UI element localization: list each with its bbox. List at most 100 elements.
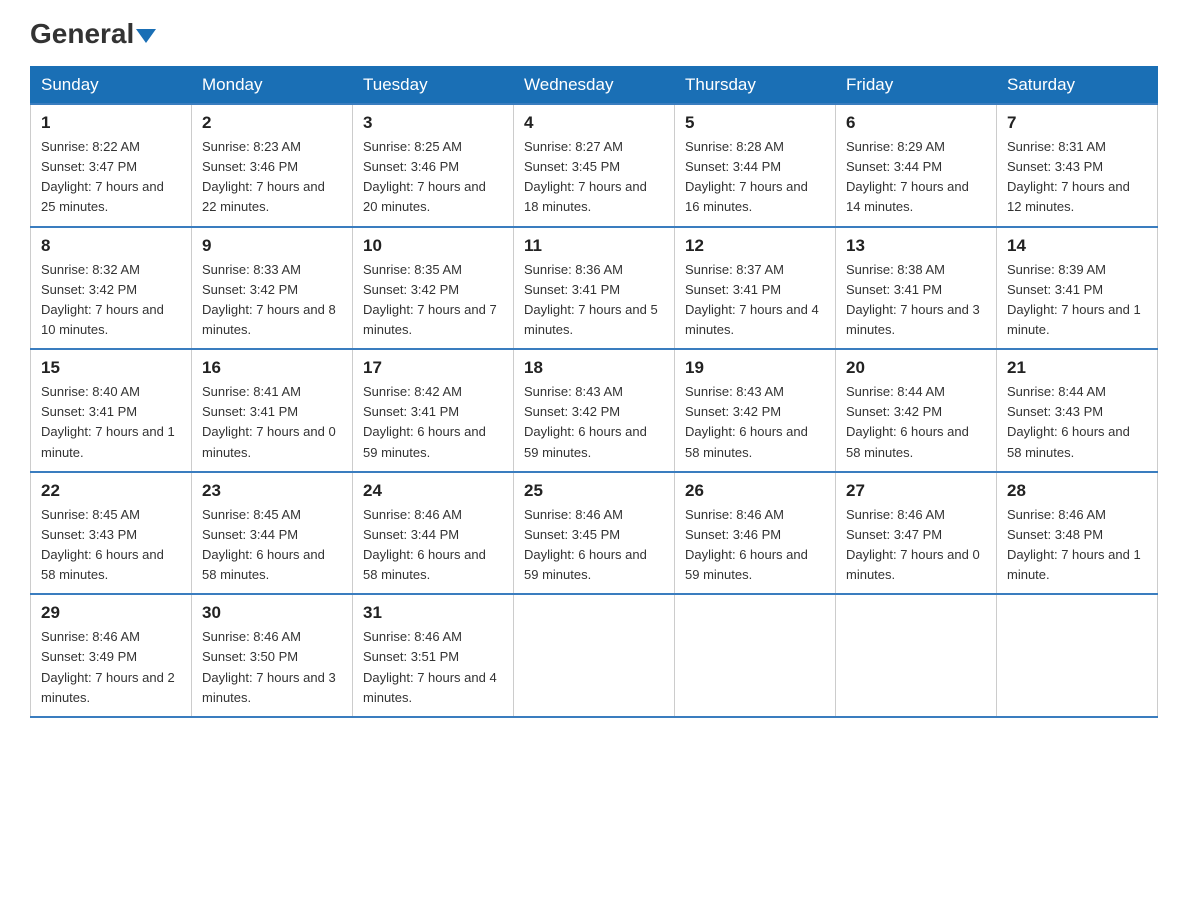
- calendar-day-cell: 8 Sunrise: 8:32 AM Sunset: 3:42 PM Dayli…: [31, 227, 192, 350]
- day-number: 28: [1007, 481, 1147, 501]
- day-number: 22: [41, 481, 181, 501]
- calendar-week-row: 29 Sunrise: 8:46 AM Sunset: 3:49 PM Dayl…: [31, 594, 1158, 717]
- day-info: Sunrise: 8:40 AM Sunset: 3:41 PM Dayligh…: [41, 382, 181, 463]
- day-info: Sunrise: 8:35 AM Sunset: 3:42 PM Dayligh…: [363, 260, 503, 341]
- day-number: 3: [363, 113, 503, 133]
- calendar-day-cell: 26 Sunrise: 8:46 AM Sunset: 3:46 PM Dayl…: [675, 472, 836, 595]
- calendar-week-row: 1 Sunrise: 8:22 AM Sunset: 3:47 PM Dayli…: [31, 104, 1158, 227]
- day-info: Sunrise: 8:44 AM Sunset: 3:42 PM Dayligh…: [846, 382, 986, 463]
- calendar-day-cell: 10 Sunrise: 8:35 AM Sunset: 3:42 PM Dayl…: [353, 227, 514, 350]
- day-number: 29: [41, 603, 181, 623]
- day-info: Sunrise: 8:46 AM Sunset: 3:50 PM Dayligh…: [202, 627, 342, 708]
- day-info: Sunrise: 8:29 AM Sunset: 3:44 PM Dayligh…: [846, 137, 986, 218]
- calendar-day-cell: 23 Sunrise: 8:45 AM Sunset: 3:44 PM Dayl…: [192, 472, 353, 595]
- calendar-day-cell: 29 Sunrise: 8:46 AM Sunset: 3:49 PM Dayl…: [31, 594, 192, 717]
- day-number: 24: [363, 481, 503, 501]
- day-number: 20: [846, 358, 986, 378]
- calendar-day-cell: 13 Sunrise: 8:38 AM Sunset: 3:41 PM Dayl…: [836, 227, 997, 350]
- calendar-day-cell: 22 Sunrise: 8:45 AM Sunset: 3:43 PM Dayl…: [31, 472, 192, 595]
- day-info: Sunrise: 8:32 AM Sunset: 3:42 PM Dayligh…: [41, 260, 181, 341]
- calendar-header-row: SundayMondayTuesdayWednesdayThursdayFrid…: [31, 67, 1158, 105]
- logo-general-text: General: [30, 20, 156, 48]
- day-number: 5: [685, 113, 825, 133]
- day-info: Sunrise: 8:46 AM Sunset: 3:49 PM Dayligh…: [41, 627, 181, 708]
- calendar-day-cell: 3 Sunrise: 8:25 AM Sunset: 3:46 PM Dayli…: [353, 104, 514, 227]
- day-info: Sunrise: 8:46 AM Sunset: 3:48 PM Dayligh…: [1007, 505, 1147, 586]
- calendar-day-cell: [514, 594, 675, 717]
- day-number: 26: [685, 481, 825, 501]
- calendar-day-cell: 19 Sunrise: 8:43 AM Sunset: 3:42 PM Dayl…: [675, 349, 836, 472]
- calendar-day-cell: 27 Sunrise: 8:46 AM Sunset: 3:47 PM Dayl…: [836, 472, 997, 595]
- day-info: Sunrise: 8:43 AM Sunset: 3:42 PM Dayligh…: [524, 382, 664, 463]
- day-number: 31: [363, 603, 503, 623]
- day-number: 9: [202, 236, 342, 256]
- calendar-week-row: 8 Sunrise: 8:32 AM Sunset: 3:42 PM Dayli…: [31, 227, 1158, 350]
- day-number: 18: [524, 358, 664, 378]
- day-number: 13: [846, 236, 986, 256]
- calendar-day-cell: 12 Sunrise: 8:37 AM Sunset: 3:41 PM Dayl…: [675, 227, 836, 350]
- day-number: 27: [846, 481, 986, 501]
- calendar-day-cell: 24 Sunrise: 8:46 AM Sunset: 3:44 PM Dayl…: [353, 472, 514, 595]
- calendar-day-cell: 15 Sunrise: 8:40 AM Sunset: 3:41 PM Dayl…: [31, 349, 192, 472]
- calendar-day-cell: 5 Sunrise: 8:28 AM Sunset: 3:44 PM Dayli…: [675, 104, 836, 227]
- calendar-table: SundayMondayTuesdayWednesdayThursdayFrid…: [30, 66, 1158, 718]
- calendar-day-cell: 14 Sunrise: 8:39 AM Sunset: 3:41 PM Dayl…: [997, 227, 1158, 350]
- calendar-week-row: 22 Sunrise: 8:45 AM Sunset: 3:43 PM Dayl…: [31, 472, 1158, 595]
- calendar-day-cell: 16 Sunrise: 8:41 AM Sunset: 3:41 PM Dayl…: [192, 349, 353, 472]
- day-info: Sunrise: 8:43 AM Sunset: 3:42 PM Dayligh…: [685, 382, 825, 463]
- calendar-day-cell: 28 Sunrise: 8:46 AM Sunset: 3:48 PM Dayl…: [997, 472, 1158, 595]
- day-info: Sunrise: 8:28 AM Sunset: 3:44 PM Dayligh…: [685, 137, 825, 218]
- day-info: Sunrise: 8:41 AM Sunset: 3:41 PM Dayligh…: [202, 382, 342, 463]
- day-info: Sunrise: 8:36 AM Sunset: 3:41 PM Dayligh…: [524, 260, 664, 341]
- day-number: 15: [41, 358, 181, 378]
- day-number: 10: [363, 236, 503, 256]
- day-info: Sunrise: 8:33 AM Sunset: 3:42 PM Dayligh…: [202, 260, 342, 341]
- day-number: 6: [846, 113, 986, 133]
- calendar-day-cell: 1 Sunrise: 8:22 AM Sunset: 3:47 PM Dayli…: [31, 104, 192, 227]
- day-of-week-header: Wednesday: [514, 67, 675, 105]
- page-header: General: [30, 20, 1158, 48]
- day-info: Sunrise: 8:27 AM Sunset: 3:45 PM Dayligh…: [524, 137, 664, 218]
- day-number: 1: [41, 113, 181, 133]
- day-number: 14: [1007, 236, 1147, 256]
- day-of-week-header: Tuesday: [353, 67, 514, 105]
- calendar-day-cell: 9 Sunrise: 8:33 AM Sunset: 3:42 PM Dayli…: [192, 227, 353, 350]
- day-number: 25: [524, 481, 664, 501]
- day-info: Sunrise: 8:44 AM Sunset: 3:43 PM Dayligh…: [1007, 382, 1147, 463]
- calendar-day-cell: 18 Sunrise: 8:43 AM Sunset: 3:42 PM Dayl…: [514, 349, 675, 472]
- calendar-day-cell: 2 Sunrise: 8:23 AM Sunset: 3:46 PM Dayli…: [192, 104, 353, 227]
- logo: General: [30, 20, 156, 48]
- calendar-day-cell: 30 Sunrise: 8:46 AM Sunset: 3:50 PM Dayl…: [192, 594, 353, 717]
- day-number: 19: [685, 358, 825, 378]
- day-of-week-header: Friday: [836, 67, 997, 105]
- day-info: Sunrise: 8:42 AM Sunset: 3:41 PM Dayligh…: [363, 382, 503, 463]
- day-number: 2: [202, 113, 342, 133]
- calendar-day-cell: 21 Sunrise: 8:44 AM Sunset: 3:43 PM Dayl…: [997, 349, 1158, 472]
- day-info: Sunrise: 8:39 AM Sunset: 3:41 PM Dayligh…: [1007, 260, 1147, 341]
- calendar-day-cell: 4 Sunrise: 8:27 AM Sunset: 3:45 PM Dayli…: [514, 104, 675, 227]
- calendar-day-cell: 20 Sunrise: 8:44 AM Sunset: 3:42 PM Dayl…: [836, 349, 997, 472]
- day-info: Sunrise: 8:46 AM Sunset: 3:44 PM Dayligh…: [363, 505, 503, 586]
- calendar-day-cell: 11 Sunrise: 8:36 AM Sunset: 3:41 PM Dayl…: [514, 227, 675, 350]
- day-of-week-header: Sunday: [31, 67, 192, 105]
- calendar-day-cell: 6 Sunrise: 8:29 AM Sunset: 3:44 PM Dayli…: [836, 104, 997, 227]
- day-number: 23: [202, 481, 342, 501]
- day-number: 11: [524, 236, 664, 256]
- calendar-day-cell: [997, 594, 1158, 717]
- day-info: Sunrise: 8:31 AM Sunset: 3:43 PM Dayligh…: [1007, 137, 1147, 218]
- day-info: Sunrise: 8:45 AM Sunset: 3:43 PM Dayligh…: [41, 505, 181, 586]
- day-number: 7: [1007, 113, 1147, 133]
- day-info: Sunrise: 8:38 AM Sunset: 3:41 PM Dayligh…: [846, 260, 986, 341]
- day-number: 8: [41, 236, 181, 256]
- day-number: 17: [363, 358, 503, 378]
- day-info: Sunrise: 8:45 AM Sunset: 3:44 PM Dayligh…: [202, 505, 342, 586]
- calendar-day-cell: [675, 594, 836, 717]
- day-info: Sunrise: 8:46 AM Sunset: 3:47 PM Dayligh…: [846, 505, 986, 586]
- day-number: 4: [524, 113, 664, 133]
- day-info: Sunrise: 8:37 AM Sunset: 3:41 PM Dayligh…: [685, 260, 825, 341]
- day-info: Sunrise: 8:23 AM Sunset: 3:46 PM Dayligh…: [202, 137, 342, 218]
- calendar-day-cell: 7 Sunrise: 8:31 AM Sunset: 3:43 PM Dayli…: [997, 104, 1158, 227]
- day-number: 16: [202, 358, 342, 378]
- day-of-week-header: Monday: [192, 67, 353, 105]
- day-number: 12: [685, 236, 825, 256]
